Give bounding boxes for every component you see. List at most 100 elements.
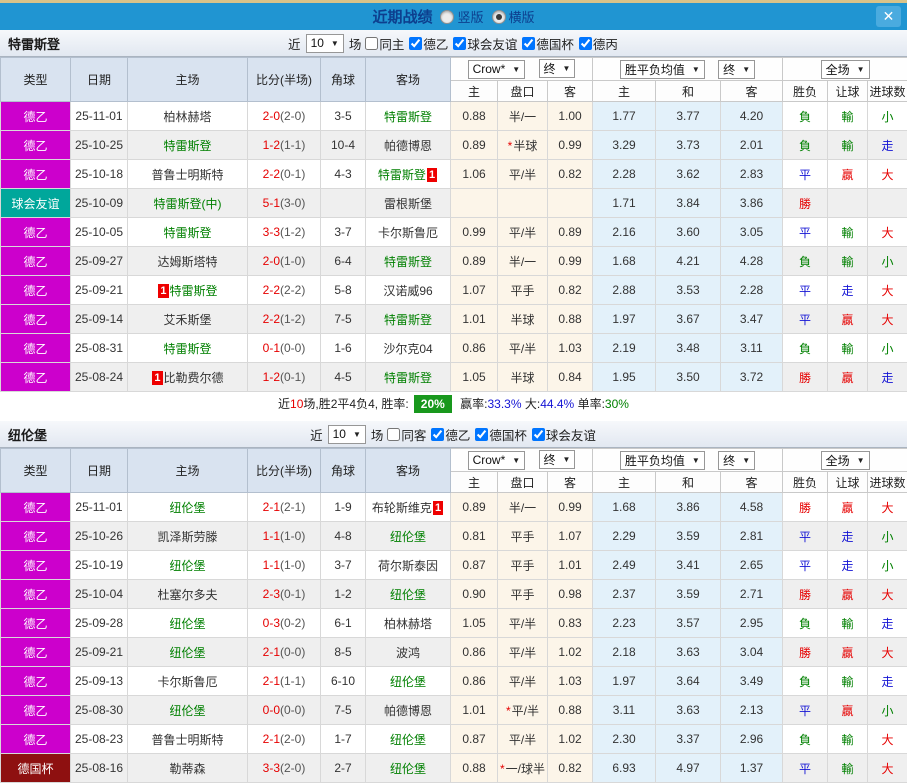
league-filter[interactable]: 德乙 [405, 34, 448, 53]
league-filter[interactable]: 德国杯 [471, 425, 527, 444]
layout-radio-horizontal[interactable]: 横版 [492, 7, 535, 26]
team-name-link[interactable]: 纽伦堡 [390, 762, 426, 776]
team-name-link[interactable]: 波鸿 [396, 646, 420, 660]
league-checkbox[interactable] [431, 428, 444, 441]
team-name-link[interactable]: 荷尔斯泰因 [378, 559, 438, 573]
games-count-select[interactable]: 10▼ [306, 34, 344, 53]
team-name-link[interactable]: 特雷斯登 [163, 226, 211, 240]
league-filter[interactable]: 德乙 [427, 425, 470, 444]
games-count-select[interactable]: 10▼ [328, 425, 366, 444]
team-name-link[interactable]: 帕德博恩 [384, 139, 432, 153]
team-name-link[interactable]: 纽伦堡 [169, 617, 205, 631]
away-team-cell: 纽伦堡 [366, 580, 451, 609]
avg-home-cell: 1.95 [593, 363, 656, 392]
avg-select[interactable]: 胜平负均值▼ [620, 60, 705, 79]
handicap-rate-value: 33.3% [487, 397, 521, 411]
league-filter[interactable]: 球会友谊 [528, 425, 596, 444]
avg-select[interactable]: 胜平负均值▼ [620, 451, 705, 470]
odds-final-select[interactable]: 终▼ [539, 59, 576, 78]
league-filter[interactable]: 德丙 [575, 34, 618, 53]
radio-icon[interactable] [440, 10, 454, 24]
team-name-link[interactable]: 达姆斯塔特 [157, 255, 217, 269]
team-name-link[interactable]: 汉诺威96 [383, 284, 432, 298]
avg-final-select[interactable]: 终▼ [718, 60, 755, 79]
team-name-link[interactable]: 帕德博恩 [384, 704, 432, 718]
subcol-goals: 进球数 [868, 81, 907, 102]
team-name-link[interactable]: 凯泽斯劳滕 [157, 530, 217, 544]
avg-draw-cell: 3.60 [656, 218, 721, 247]
layout-radio-vertical[interactable]: 竖版 [440, 7, 483, 26]
team-name-link[interactable]: 艾禾斯堡 [163, 313, 211, 327]
team-name-link[interactable]: 特雷斯登 [378, 168, 426, 182]
goals-result-cell: 大 [868, 580, 907, 609]
team-name-link[interactable]: 纽伦堡 [169, 704, 205, 718]
team-name-link[interactable]: 雷根斯堡 [384, 197, 432, 211]
scope-select[interactable]: 全场▼ [821, 451, 870, 470]
league-filter[interactable]: 德国杯 [518, 34, 574, 53]
result-cell: 平 [783, 160, 828, 189]
league-checkbox[interactable] [475, 428, 488, 441]
league-filter-label: 德丙 [593, 34, 618, 53]
avg-final-select[interactable]: 终▼ [718, 451, 755, 470]
team-name-link[interactable]: 卡尔斯鲁厄 [378, 226, 438, 240]
full-score: 1-1 [263, 558, 280, 572]
team-name-link[interactable]: 纽伦堡 [390, 675, 426, 689]
away-team-cell: 纽伦堡 [366, 725, 451, 754]
team-name-link[interactable]: 杜塞尔多夫 [157, 588, 217, 602]
odds-company-select[interactable]: Crow*▼ [468, 451, 526, 470]
league-cell: 德乙 [1, 363, 71, 392]
same-venue-filter[interactable]: 同主 [361, 34, 404, 53]
home-odds-cell: 0.86 [451, 667, 498, 696]
team-name-link[interactable]: 柏林赫塔 [163, 110, 211, 124]
corners-cell: 3-7 [321, 218, 366, 247]
team-name-link[interactable]: 特雷斯登(中) [154, 197, 222, 211]
team-name-link[interactable]: 纽伦堡 [169, 559, 205, 573]
league-checkbox[interactable] [522, 37, 535, 50]
handicap-result-cell: 贏 [828, 638, 868, 667]
team-name-link[interactable]: 柏林赫塔 [384, 617, 432, 631]
scope-select[interactable]: 全场▼ [821, 60, 870, 79]
near-label: 近 [310, 425, 323, 444]
date-cell: 25-09-28 [71, 609, 128, 638]
team-name-link[interactable]: 沙尔克04 [383, 342, 432, 356]
col-corner: 角球 [321, 449, 366, 493]
team-name-link[interactable]: 特雷斯登 [384, 255, 432, 269]
same-venue-checkbox[interactable] [365, 37, 378, 50]
home-team-cell: 特雷斯登 [128, 334, 248, 363]
team-name-link[interactable]: 普鲁士明斯特 [151, 168, 223, 182]
team-name-link[interactable]: 纽伦堡 [169, 501, 205, 515]
team-name-link[interactable]: 勒蒂森 [169, 762, 205, 776]
close-button[interactable]: ✕ [876, 6, 901, 27]
big-rate-value: 44.4% [540, 397, 574, 411]
league-checkbox[interactable] [579, 37, 592, 50]
handicap-rate-label: 赢率: [460, 397, 487, 411]
odds-final-select[interactable]: 终▼ [539, 450, 576, 469]
odds-final-value: 终 [544, 451, 556, 468]
team-name-link[interactable]: 纽伦堡 [390, 530, 426, 544]
team-name-link[interactable]: 卡尔斯鲁厄 [157, 675, 217, 689]
team-name-link[interactable]: 特雷斯登 [384, 313, 432, 327]
home-odds-cell: 0.86 [451, 638, 498, 667]
team-name-link[interactable]: 纽伦堡 [390, 733, 426, 747]
corners-cell: 4-3 [321, 160, 366, 189]
team-name-link[interactable]: 特雷斯登 [170, 284, 218, 298]
league-checkbox[interactable] [453, 37, 466, 50]
same-venue-filter[interactable]: 同客 [383, 425, 426, 444]
league-checkbox[interactable] [409, 37, 422, 50]
odds-company-select[interactable]: Crow*▼ [468, 60, 526, 79]
team-name-link[interactable]: 比勒费尔德 [164, 371, 224, 385]
team-name-link[interactable]: 特雷斯登 [163, 139, 211, 153]
team-name-link[interactable]: 布轮斯维克 [372, 501, 432, 515]
same-venue-checkbox[interactable] [387, 428, 400, 441]
league-checkbox[interactable] [532, 428, 545, 441]
team-name-link[interactable]: 普鲁士明斯特 [151, 733, 223, 747]
team-name-link[interactable]: 特雷斯登 [163, 342, 211, 356]
team-name-link[interactable]: 纽伦堡 [390, 588, 426, 602]
half-score: (1-0) [280, 254, 305, 268]
date-cell: 25-09-13 [71, 667, 128, 696]
team-name-link[interactable]: 特雷斯登 [384, 110, 432, 124]
radio-icon[interactable] [492, 10, 506, 24]
team-name-link[interactable]: 纽伦堡 [169, 646, 205, 660]
league-filter[interactable]: 球会友谊 [449, 34, 517, 53]
team-name-link[interactable]: 特雷斯登 [384, 371, 432, 385]
